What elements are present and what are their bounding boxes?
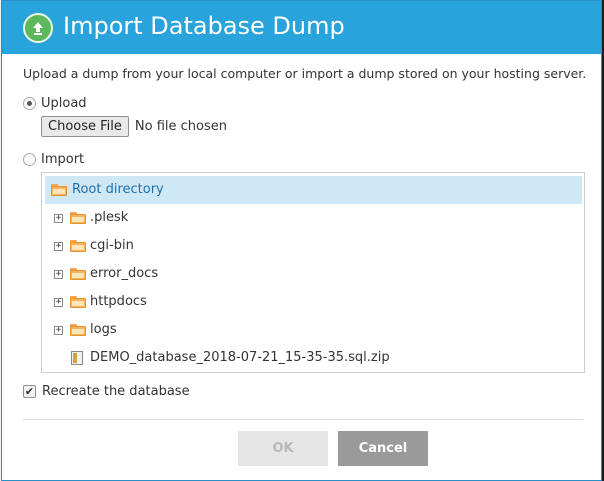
recreate-db-label[interactable]: Recreate the database (42, 384, 190, 399)
folder-icon (70, 296, 86, 308)
expand-plus-icon[interactable]: + (54, 270, 63, 279)
cancel-button[interactable]: Cancel (338, 431, 428, 466)
folder-icon (70, 240, 86, 252)
import-dump-dialog: Import Database Dump Upload a dump from … (1, 0, 602, 481)
tree-row-logs[interactable]: + logs (42, 316, 584, 344)
tree-row-httpdocs[interactable]: + httpdocs (42, 288, 584, 316)
upload-icon (23, 13, 53, 43)
tree-item-label[interactable]: .plesk (90, 210, 128, 225)
tree-row-root[interactable]: Root directory (45, 176, 582, 204)
import-radio-row[interactable]: Import (23, 152, 84, 167)
upload-radio[interactable] (23, 97, 36, 110)
recreate-db-row[interactable]: ✔ Recreate the database (23, 384, 190, 399)
tree-item-label[interactable]: DEMO_database_2018-07-21_15-35-35.sql.zi… (90, 350, 390, 365)
expand-plus-icon[interactable]: + (54, 214, 63, 223)
file-chooser: Choose File No file chosen (41, 116, 227, 137)
folder-icon (70, 212, 86, 224)
import-radio[interactable] (23, 153, 36, 166)
server-file-tree: Root directory + .plesk + cgi-bin + erro… (41, 172, 585, 373)
tree-row-plesk[interactable]: + .plesk (42, 204, 584, 232)
dialog-title: Import Database Dump (63, 12, 345, 40)
recreate-db-checkbox[interactable]: ✔ (23, 385, 36, 398)
upload-radio-label[interactable]: Upload (41, 96, 87, 111)
expand-plus-icon[interactable]: + (54, 326, 63, 335)
file-status-text: No file chosen (134, 119, 227, 134)
tree-root-label[interactable]: Root directory (72, 182, 164, 197)
tree-row-error-docs[interactable]: + error_docs (42, 260, 584, 288)
upload-radio-row[interactable]: Upload (23, 96, 87, 111)
tree-item-label[interactable]: error_docs (90, 266, 158, 281)
footer-divider (23, 419, 583, 420)
tree-item-label[interactable]: logs (90, 322, 117, 337)
zip-file-icon (71, 351, 83, 365)
tree-row-dump-file[interactable]: DEMO_database_2018-07-21_15-35-35.sql.zi… (42, 344, 584, 372)
folder-icon (70, 324, 86, 336)
tree-row-cgi-bin[interactable]: + cgi-bin (42, 232, 584, 260)
tree-item-label[interactable]: httpdocs (90, 294, 147, 309)
ok-button[interactable]: OK (238, 431, 328, 466)
dialog-titlebar: Import Database Dump (2, 1, 601, 54)
choose-file-button[interactable]: Choose File (41, 116, 129, 137)
tree-item-label[interactable]: cgi-bin (90, 238, 134, 253)
folder-icon (70, 268, 86, 280)
dialog-description: Upload a dump from your local computer o… (23, 66, 587, 81)
import-radio-label[interactable]: Import (41, 152, 84, 167)
folder-icon (51, 184, 67, 196)
expand-plus-icon[interactable]: + (54, 242, 63, 251)
expand-plus-icon[interactable]: + (54, 298, 63, 307)
